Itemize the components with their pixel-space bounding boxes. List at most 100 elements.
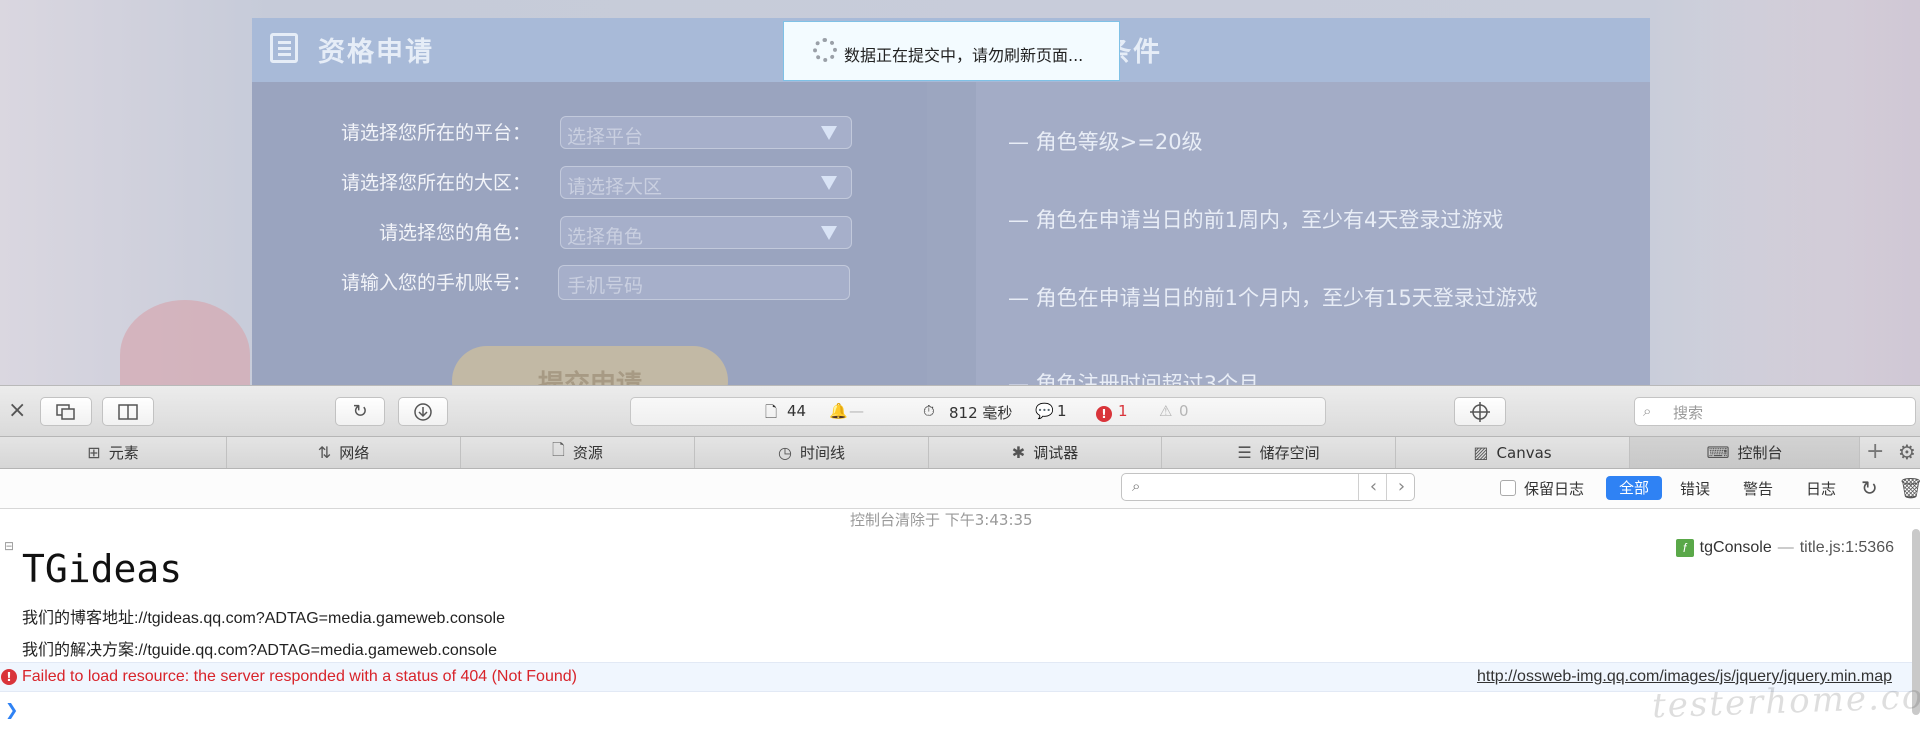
dropdown-arrow-icon: [821, 226, 837, 240]
role-select-value: 选择角色: [567, 226, 644, 248]
inspector-toolbar: × ↻ 🗋 44 🔔 — ⏱ 812 毫秒 💬 1 ! 1 ⚠ 0 ⌕ 搜索: [0, 385, 1920, 437]
tab-label: 调试器: [1033, 444, 1079, 462]
function-icon: f: [1675, 539, 1694, 557]
page-status-bar: 🗋 44 🔔 — ⏱ 812 毫秒 💬 1 ! 1 ⚠ 0: [630, 397, 1326, 426]
previous-match-icon[interactable]: ‹: [1358, 474, 1388, 500]
next-match-icon[interactable]: ›: [1386, 474, 1416, 500]
source-location-link[interactable]: title.js:1:5366: [1800, 539, 1894, 557]
download-button[interactable]: [398, 397, 448, 426]
condition-item: — 角色在申请当日的前1个月内，至少有15天登录过游戏: [1008, 286, 1538, 310]
tab-debugger[interactable]: ✱ 调试器: [929, 437, 1162, 468]
application-form: 请选择您所在的平台： 选择平台 请选择您所在的大区： 请选择大区 请选择您的角色…: [252, 82, 927, 385]
resources-icon: 🗋: [552, 440, 565, 459]
message-icon[interactable]: 💬: [1035, 402, 1054, 420]
tab-label: 资源: [572, 444, 603, 462]
tab-network[interactable]: ⇅ 网络: [227, 437, 461, 468]
tab-storage[interactable]: ☰ 储存空间: [1162, 437, 1396, 468]
dock-side-button[interactable]: [102, 397, 154, 426]
region-label: 请选择您所在的大区：: [340, 172, 531, 194]
element-picker-button[interactable]: [1454, 397, 1506, 426]
preserve-log-label: 保留日志: [1524, 480, 1585, 498]
canvas-icon: ▨: [1473, 443, 1489, 462]
tab-label: 控制台: [1737, 444, 1783, 462]
tab-resources[interactable]: 🗋 资源: [461, 437, 695, 468]
submit-button[interactable]: 提交申请: [452, 346, 728, 385]
gear-icon[interactable]: ⚙: [1898, 440, 1916, 464]
tab-elements[interactable]: ⊞ 元素: [0, 437, 227, 468]
platform-select[interactable]: 选择平台: [560, 116, 852, 149]
error-icon[interactable]: !: [1096, 404, 1112, 422]
storage-icon: ☰: [1237, 443, 1252, 462]
phone-input[interactable]: 手机号码: [558, 265, 850, 300]
tab-timeline[interactable]: ◷ 时间线: [695, 437, 929, 468]
load-time: 812 毫秒: [949, 404, 1013, 422]
tab-label: 网络: [339, 444, 370, 462]
download-icon: [414, 402, 432, 421]
resource-count: 44: [787, 402, 807, 420]
preserve-log-checkbox[interactable]: [1500, 480, 1516, 496]
close-inspector-icon[interactable]: ×: [8, 398, 26, 423]
console-title: TGideas: [22, 547, 183, 591]
crosshair-icon: [1470, 401, 1490, 422]
reload-button[interactable]: ↻: [335, 397, 385, 426]
background-heart: [120, 300, 250, 385]
error-count[interactable]: 1: [1118, 402, 1128, 420]
detach-window-button[interactable]: [40, 397, 92, 426]
document-icon: 🗋: [765, 403, 778, 421]
loading-spinner-icon: [813, 38, 837, 62]
bell-icon: 🔔: [829, 402, 848, 420]
warning-icon[interactable]: ⚠: [1159, 402, 1172, 420]
error-message: Failed to load resource: the server resp…: [22, 668, 577, 685]
condition-item: — 角色在申请当日的前1周内，至少有4天登录过游戏: [1008, 208, 1504, 232]
filter-errors-button[interactable]: 错误: [1680, 478, 1710, 499]
condition-item: — 角色等级>=20级: [1008, 130, 1203, 154]
tab-label: 时间线: [799, 444, 845, 462]
document-icon: [270, 33, 298, 63]
conditions-panel: — 角色等级>=20级 — 角色在申请当日的前1周内，至少有4天登录过游戏 — …: [976, 82, 1650, 385]
clock-icon: ⏱: [923, 402, 935, 420]
log-group-icon: ⊟: [4, 539, 15, 553]
role-label: 请选择您的角色：: [378, 222, 531, 244]
inspector-search-input[interactable]: ⌕ 搜索: [1634, 397, 1916, 426]
log-count[interactable]: 1: [1057, 402, 1067, 420]
filter-warnings-button[interactable]: 警告: [1743, 478, 1773, 499]
tab-label: 元素: [108, 444, 139, 462]
console-filter-bar: ⌕ ‹ › 保留日志 全部 错误 警告 日志 ↻ 🗑: [0, 469, 1920, 509]
warning-count[interactable]: 0: [1179, 402, 1189, 420]
timeline-icon: ◷: [778, 443, 792, 462]
inspector-tabs: ⊞ 元素 ⇅ 网络 🗋 资源 ◷ 时间线 ✱ 调试器 ☰ 储存空间 ▨ Canv…: [0, 437, 1920, 469]
tab-label: Canvas: [1496, 443, 1552, 462]
submit-button-label: 提交申请: [537, 370, 642, 385]
role-select[interactable]: 选择角色: [560, 216, 852, 249]
dropdown-arrow-icon: [821, 126, 837, 140]
console-error-row: ! Failed to load resource: the server re…: [0, 662, 1920, 692]
refresh-icon[interactable]: ↻: [1861, 476, 1878, 500]
console-line: 我们的博客地址://tgideas.qq.com?ADTAG=media.gam…: [22, 610, 506, 627]
dock-icon: [118, 403, 138, 420]
console-prompt-icon[interactable]: ❯: [5, 700, 18, 719]
web-page: 资格申请 条件 请选择您所在的平台： 选择平台 请选择您所在的大区： 请选择大区…: [0, 0, 1920, 385]
elements-icon: ⊞: [87, 443, 101, 462]
log-source[interactable]: f tgConsole — title.js:1:5366: [1675, 539, 1894, 557]
tab-canvas[interactable]: ▨ Canvas: [1396, 437, 1630, 468]
search-icon: ⌕: [1643, 402, 1652, 420]
phone-input-placeholder: 手机号码: [567, 275, 644, 297]
console-icon: ⌨: [1706, 443, 1730, 462]
search-placeholder: 搜索: [1673, 404, 1704, 422]
tab-console[interactable]: ⌨ 控制台: [1630, 437, 1860, 468]
region-select[interactable]: 请选择大区: [560, 166, 852, 199]
trash-icon[interactable]: 🗑: [1898, 476, 1920, 500]
tab-label: 储存空间: [1259, 444, 1320, 462]
platform-select-value: 选择平台: [567, 126, 644, 148]
debugger-icon: ✱: [1011, 443, 1026, 462]
console-output: 控制台清除于 下午3:43:35 ⊟ TGideas f tgConsole —…: [0, 509, 1920, 735]
filter-logs-button[interactable]: 日志: [1806, 478, 1836, 499]
network-icon: ⇅: [317, 443, 332, 462]
dropdown-arrow-icon: [821, 176, 837, 190]
platform-label: 请选择您所在的平台：: [340, 122, 531, 144]
filter-all-button[interactable]: 全部: [1606, 476, 1662, 500]
console-filter-input[interactable]: ⌕ ‹ ›: [1121, 473, 1415, 501]
add-tab-icon[interactable]: +: [1866, 439, 1884, 464]
region-select-value: 请选择大区: [567, 176, 663, 198]
source-separator: —: [1777, 539, 1794, 556]
